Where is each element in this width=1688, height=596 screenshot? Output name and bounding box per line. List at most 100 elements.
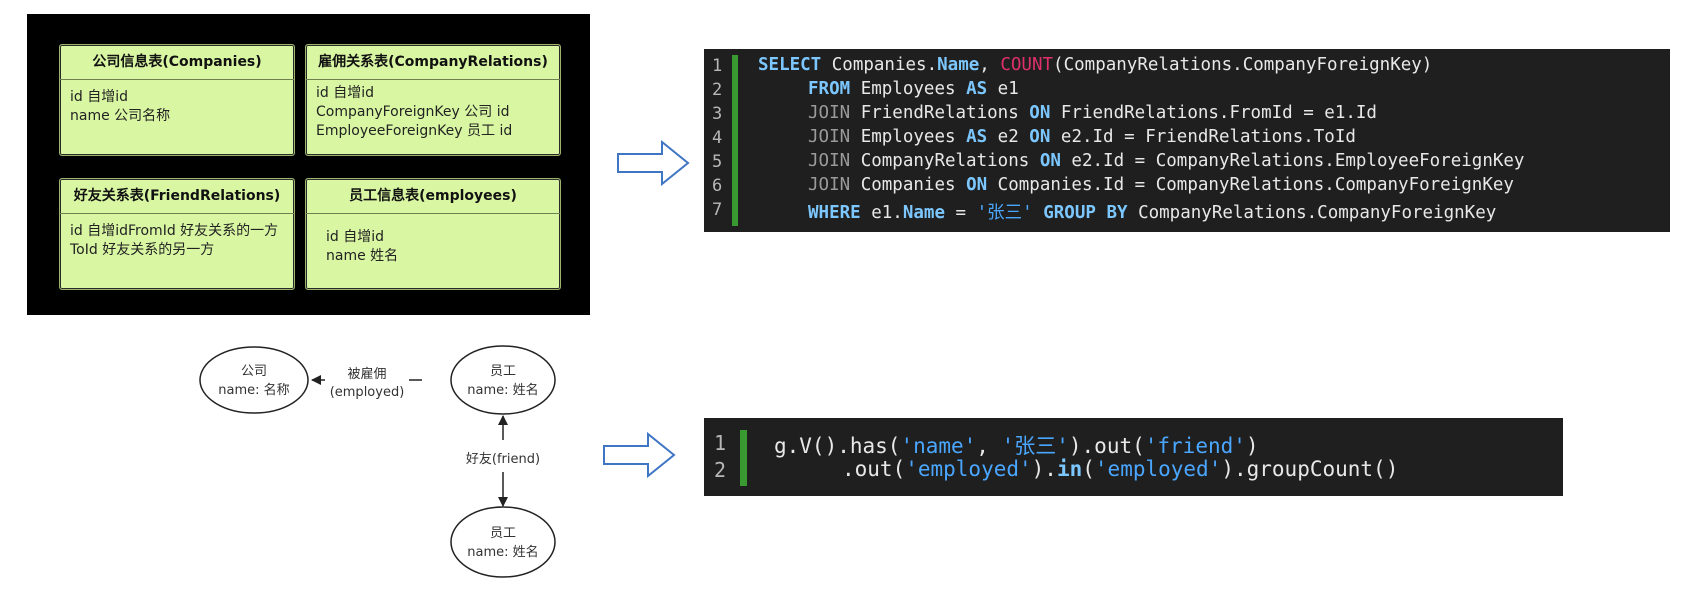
friend-edge-label: 好友(friend) [466, 451, 540, 467]
sql-line-2: FROM Employees AS e1 [808, 79, 1019, 99]
company-relations-table-title: 雇佣关系表(CompanyRelations) [306, 45, 560, 80]
sql-text: = [945, 203, 977, 223]
sql-text: Employees [850, 127, 967, 147]
company-relations-table-card: 雇佣关系表(CompanyRelations) id 自增id CompanyF… [305, 44, 561, 156]
gremlin-text: ) [1245, 434, 1259, 458]
company-node [199, 346, 309, 414]
line-number: 2 [712, 80, 723, 100]
gremlin-text: ( [1082, 457, 1095, 481]
companies-table-fields: id 自增id name 公司名称 [60, 80, 294, 134]
sql-keyword: ON [1029, 103, 1051, 123]
gremlin-string: 'employed' [1094, 457, 1222, 481]
sql-text: e2.Id = FriendRelations.ToId [1050, 127, 1356, 147]
sql-keyword: WHERE [808, 203, 861, 223]
sql-line-4: JOIN Employees AS e2 ON e2.Id = FriendRe… [808, 127, 1356, 147]
field-row: id 自增id [316, 85, 375, 101]
employee-node-bottom [450, 506, 556, 578]
gremlin-text: g.V().has( [774, 434, 901, 458]
gremlin-text: ). [1031, 457, 1057, 481]
line-number: 1 [712, 56, 723, 76]
employed-edge-label: 被雇佣 [347, 366, 386, 382]
field-row: name 姓名 [326, 248, 399, 264]
sql-join: JOIN [808, 127, 851, 147]
field-row: id 自增id [326, 229, 385, 245]
employee-top-title: 员工 [490, 364, 516, 379]
gremlin-line-2: .out('employed').in('employed').groupCou… [842, 457, 1398, 481]
sql-keyword: Name [937, 55, 980, 75]
sql-text: Employees [850, 79, 967, 99]
sql-join: JOIN [808, 151, 851, 171]
sql-line-5: JOIN CompanyRelations ON e2.Id = Company… [808, 151, 1524, 171]
sql-text: , [979, 55, 1001, 75]
sql-text: Companies.Id = CompanyRelations.CompanyF… [987, 175, 1514, 195]
employee-bottom-prop: name: 姓名 [467, 544, 538, 560]
gremlin-string: 'friend' [1144, 434, 1246, 458]
sql-keyword: ON [966, 175, 988, 195]
schema-panel: 公司信息表(Companies) id 自增id name 公司名称 雇佣关系表… [27, 14, 590, 315]
gremlin-string: 'employed' [905, 457, 1032, 481]
field-row: name 公司名称 [70, 108, 171, 124]
sql-text: Companies. [821, 55, 938, 75]
companies-table-card: 公司信息表(Companies) id 自增id name 公司名称 [59, 44, 295, 156]
gutter-bar [732, 55, 738, 226]
sql-string: '张三' [976, 203, 1033, 223]
sql-keyword: FROM [808, 79, 851, 99]
friend-relations-table-title: 好友关系表(FriendRelations) [60, 179, 294, 214]
sql-text: e1. [860, 203, 903, 223]
gremlin-string: '张三' [1001, 434, 1069, 458]
gremlin-text: ).out( [1068, 434, 1145, 458]
sql-text: CompanyRelations.CompanyForeignKey [1127, 203, 1497, 223]
gremlin-text: , [976, 434, 1002, 458]
sql-keyword: AS [966, 79, 988, 99]
sql-text: CompanyRelations [850, 151, 1040, 171]
gremlin-text: ).groupCount() [1221, 457, 1399, 481]
sql-line-7: WHERE e1.Name = '张三' GROUP BY CompanyRel… [808, 199, 1496, 224]
sql-text: e2.Id = CompanyRelations.EmployeeForeign… [1060, 151, 1525, 171]
sql-line-3: JOIN FriendRelations ON FriendRelations.… [808, 103, 1377, 123]
friend-relations-table-card: 好友关系表(FriendRelations) id 自增idFromId 好友关… [59, 178, 295, 290]
line-number: 1 [714, 431, 727, 455]
employees-table-fields: id 自增id name 姓名 [306, 214, 560, 274]
sql-text: FriendRelations [850, 103, 1030, 123]
employees-table-card: 员工信息表(employees) id 自增id name 姓名 [305, 178, 561, 290]
line-number: 4 [712, 128, 723, 148]
sql-text: (CompanyRelations.CompanyForeignKey) [1053, 55, 1433, 75]
sql-code-panel: 1 2 3 4 5 6 7 SELECT Companies.Name, COU… [704, 49, 1670, 232]
employees-table-title: 员工信息表(employees) [306, 179, 560, 214]
sql-keyword: AS [966, 127, 988, 147]
right-arrow-icon [617, 140, 690, 186]
sql-line-1: SELECT Companies.Name, COUNT(CompanyRela… [758, 55, 1432, 75]
line-number: 7 [712, 200, 723, 220]
employed-edge-label-en: (employed) [330, 385, 405, 400]
graph-diagram: 公司 name: 名称 员工 name: 姓名 员工 name: 姓名 被雇佣 … [199, 345, 556, 578]
sql-keyword: ON [1039, 151, 1061, 171]
gutter-bar [740, 430, 747, 486]
line-number: 5 [712, 152, 723, 172]
right-arrow-icon [603, 432, 676, 478]
gremlin-string: 'name' [900, 434, 977, 458]
employee-bottom-title: 员工 [490, 526, 516, 541]
gremlin-text: .out( [842, 457, 906, 481]
sql-keyword: Name [902, 203, 945, 223]
sql-line-6: JOIN Companies ON Companies.Id = Company… [808, 175, 1514, 195]
field-row: id 自增id [70, 89, 129, 105]
sql-text: FriendRelations.FromId = e1.Id [1050, 103, 1377, 123]
sql-function: COUNT [1000, 55, 1054, 75]
sql-text: e1 [987, 79, 1019, 99]
gremlin-keyword: in [1056, 457, 1083, 481]
field-row: id 自增idFromId 好友关系的一方 [70, 223, 279, 239]
field-row: EmployeeForeignKey 员工 id [316, 123, 513, 139]
sql-keyword: SELECT [758, 55, 822, 75]
employee-top-prop: name: 姓名 [467, 382, 538, 398]
company-node-title: 公司 [241, 364, 267, 379]
sql-join: JOIN [808, 103, 851, 123]
field-row: CompanyForeignKey 公司 id [316, 104, 510, 120]
gremlin-line-1: g.V().has('name', '张三').out('friend') [774, 430, 1259, 460]
line-number: 2 [714, 458, 727, 482]
employee-node-top [450, 345, 556, 415]
line-number: 3 [712, 104, 723, 124]
sql-text: e2 [987, 127, 1030, 147]
gremlin-code-panel: 1 2 g.V().has('name', '张三').out('friend'… [704, 418, 1563, 496]
company-relations-table-fields: id 自增id CompanyForeignKey 公司 id Employee… [306, 80, 560, 149]
